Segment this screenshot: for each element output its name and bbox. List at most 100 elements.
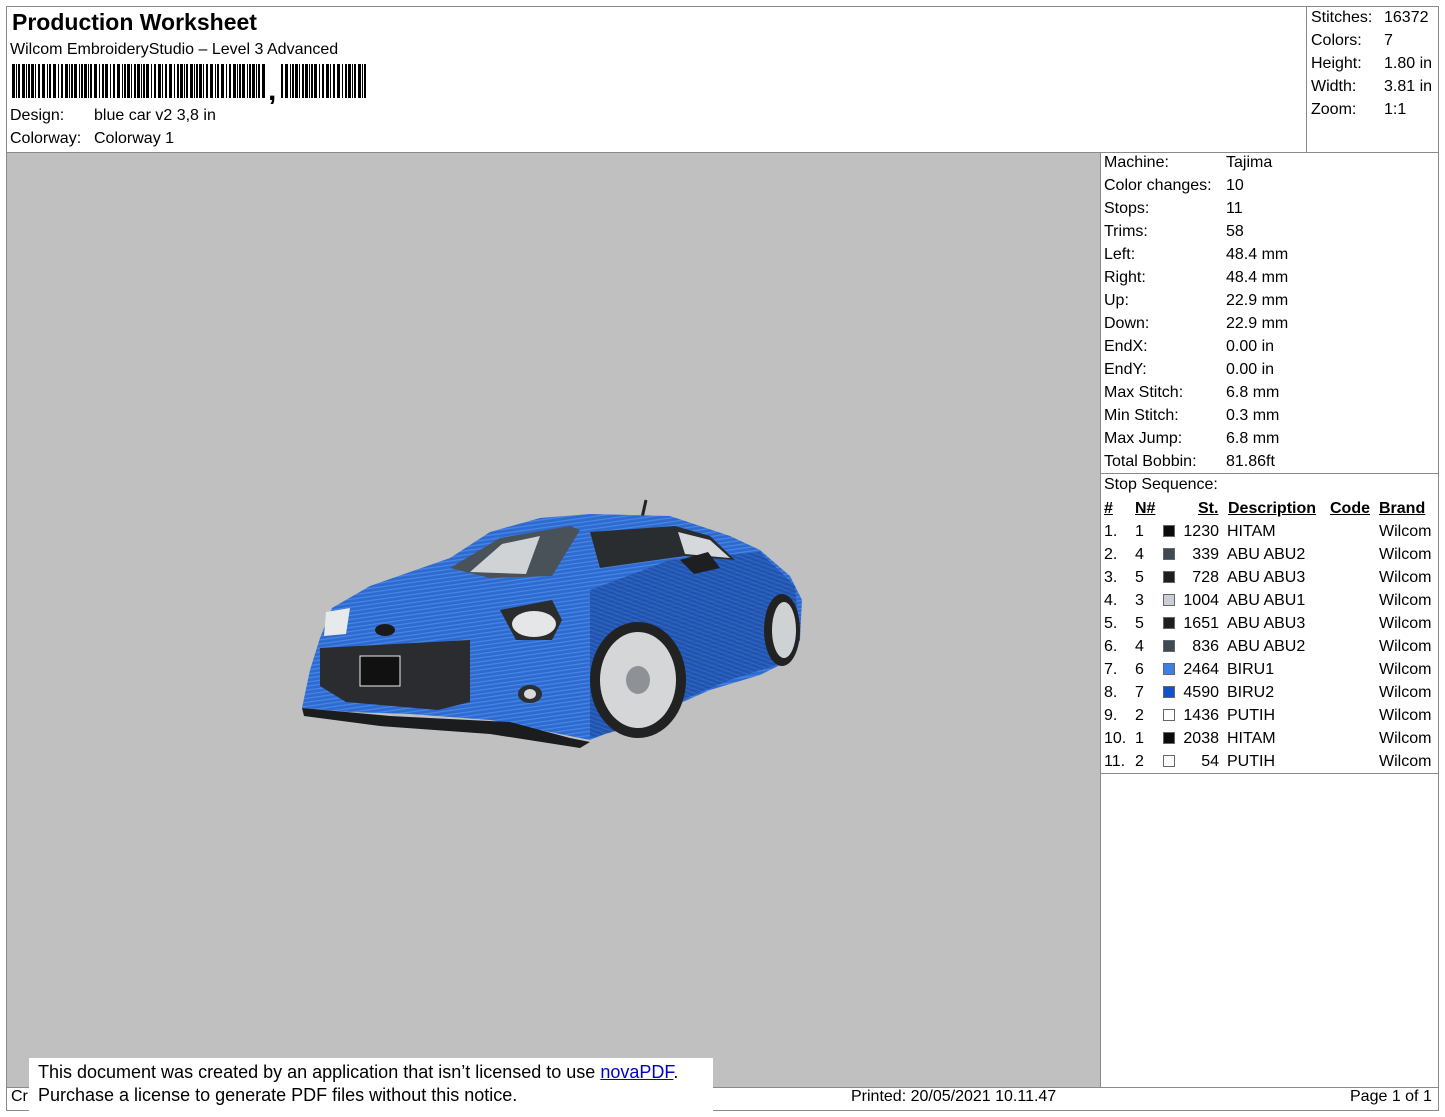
info-label: Max Stitch:	[1104, 384, 1184, 401]
page-title: Production Worksheet	[12, 9, 257, 35]
info-value: 58	[1226, 223, 1244, 240]
seq-num: 8.	[1104, 684, 1118, 701]
thread-color-swatch	[1163, 732, 1175, 744]
barcode-bar	[326, 64, 329, 98]
summary-value: 3.81 in	[1384, 78, 1433, 95]
barcode-bar	[358, 64, 361, 98]
seq-stitches: 836	[1192, 638, 1219, 655]
barcode-bar	[196, 64, 198, 98]
barcode-bar	[256, 64, 257, 98]
seq-brand: Wilcom	[1379, 569, 1432, 586]
seq-stitches: 339	[1192, 546, 1219, 563]
barcode-bar	[58, 64, 59, 98]
novapdf-link[interactable]: novaPDF	[600, 1062, 673, 1082]
info-value: 0.00 in	[1226, 361, 1275, 378]
seq-brand: Wilcom	[1379, 638, 1432, 655]
info-value: 22.9 mm	[1226, 315, 1289, 332]
info-label: Right:	[1104, 269, 1146, 286]
barcode-bar	[177, 64, 179, 98]
sequence-row: 5. 5 1651 ABU ABU3 Wilcom	[1102, 612, 1440, 635]
barcode-bar	[290, 64, 291, 98]
barcode-bar	[258, 64, 260, 98]
barcode-bar	[252, 64, 255, 98]
seq-needle: 1	[1135, 730, 1144, 747]
summary-row: Colors: 7	[1311, 29, 1437, 52]
sequence-row: 3. 5 728 ABU ABU3 Wilcom	[1102, 566, 1440, 589]
barcode-bar	[165, 64, 167, 98]
barcode-bar	[84, 64, 87, 98]
seq-num: 2.	[1104, 546, 1118, 563]
barcode-bar	[221, 64, 224, 98]
col-header-description: Description	[1228, 500, 1317, 517]
summary-label: Width:	[1311, 78, 1357, 95]
notice-line-2: Purchase a license to generate PDF files…	[38, 1085, 518, 1105]
barcode-bar	[239, 64, 241, 98]
seq-num: 10.	[1104, 730, 1127, 747]
barcode-bar	[233, 64, 236, 98]
col-header-code: Code	[1330, 500, 1370, 517]
barcode-separator: ,	[268, 74, 276, 104]
col-header-brand: Brand	[1379, 500, 1426, 517]
seq-needle: 3	[1135, 592, 1144, 609]
barcode-bar	[53, 64, 56, 98]
barcode-bar	[18, 64, 20, 98]
barcode-bar	[127, 64, 130, 98]
seq-description: ABU ABU3	[1227, 569, 1306, 586]
seq-description: PUTIH	[1227, 707, 1275, 724]
seq-brand: Wilcom	[1379, 684, 1432, 701]
seq-description: ABU ABU1	[1227, 592, 1306, 609]
info-value: 10	[1226, 177, 1244, 194]
barcode-bar	[61, 64, 63, 98]
barcode-bar	[180, 64, 183, 98]
barcode-bar	[194, 64, 195, 98]
seq-needle: 4	[1135, 638, 1144, 655]
barcode-bar	[35, 64, 36, 98]
barcode-bar	[69, 64, 70, 98]
info-value: 6.8 mm	[1226, 430, 1280, 447]
seq-needle: 1	[1135, 523, 1144, 540]
barcode-bar	[364, 64, 366, 98]
thread-color-swatch	[1163, 525, 1175, 537]
info-label: Machine:	[1104, 154, 1169, 171]
barcode-bar	[122, 64, 123, 98]
barcode-bar	[22, 64, 25, 98]
col-header-stitches: St.	[1198, 500, 1219, 517]
seq-stitches: 2038	[1183, 730, 1219, 747]
barcode-bar	[299, 64, 300, 98]
barcode-bar	[226, 64, 227, 98]
barcode-bar	[105, 64, 108, 98]
barcode-bar	[47, 64, 48, 98]
summary-value: 1:1	[1384, 101, 1407, 118]
barcode-bar	[337, 64, 340, 98]
barcode-bar	[143, 64, 145, 98]
barcode-bar	[190, 64, 193, 98]
barcode-bar	[206, 64, 208, 98]
seq-stitches: 1436	[1183, 707, 1219, 724]
seq-stitches: 54	[1201, 753, 1219, 770]
info-label: EndY:	[1104, 361, 1147, 378]
barcode-bar	[203, 64, 204, 98]
seq-num: 5.	[1104, 615, 1118, 632]
printed-timestamp: Printed: 20/05/2021 10.11.47	[851, 1088, 1057, 1105]
info-row: EndY: 0.00 in	[1104, 358, 1434, 381]
info-value: 11	[1226, 200, 1243, 217]
barcode-bar	[345, 64, 347, 98]
barcode-bar	[154, 64, 156, 98]
info-row: Min Stitch: 0.3 mm	[1104, 404, 1434, 427]
barcode-bar	[90, 64, 92, 98]
barcode-bar	[174, 64, 175, 98]
info-value: 48.4 mm	[1226, 246, 1289, 263]
thread-color-swatch	[1163, 686, 1175, 698]
barcode-bar	[309, 64, 310, 98]
seq-num: 11.	[1104, 753, 1126, 770]
seq-num: 3.	[1104, 569, 1118, 586]
info-value: 6.8 mm	[1226, 384, 1280, 401]
seq-num: 1.	[1104, 523, 1118, 540]
info-value: 0.00 in	[1226, 338, 1275, 355]
info-label: Trims:	[1104, 223, 1148, 240]
info-label: Stops:	[1104, 200, 1150, 217]
barcode-bar	[348, 64, 351, 98]
info-value: 0.3 mm	[1226, 407, 1280, 424]
seq-stitches: 1651	[1183, 615, 1219, 632]
seq-description: HITAM	[1227, 730, 1276, 747]
